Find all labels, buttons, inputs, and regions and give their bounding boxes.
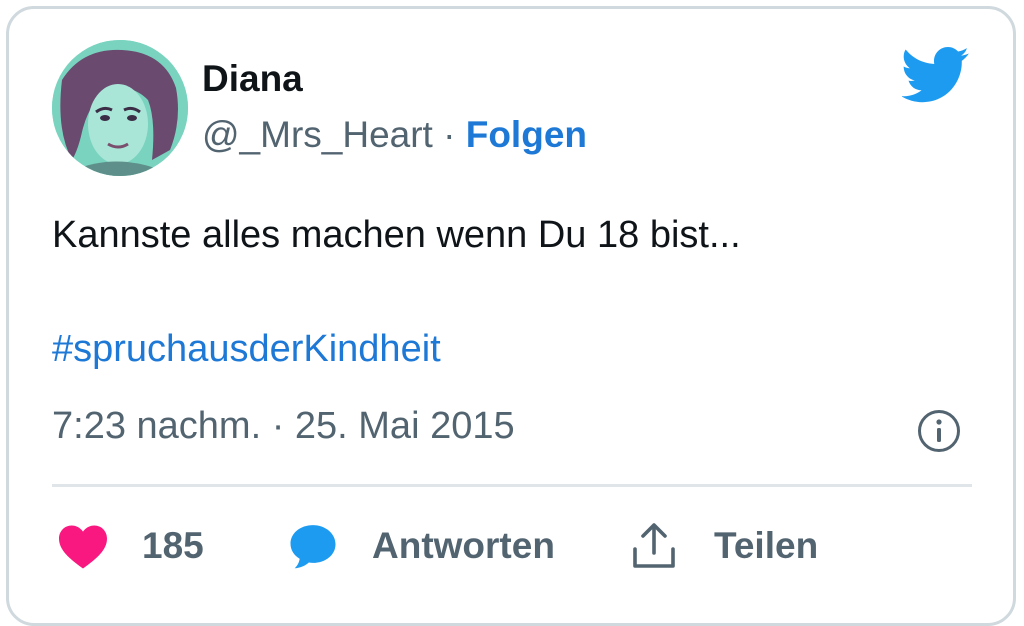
author-handle-line: @_Mrs_Heart · Folgen — [202, 114, 587, 156]
author-handle[interactable]: @_Mrs_Heart — [202, 114, 433, 155]
like-count: 185 — [142, 525, 204, 566]
tweet-text: Kannste alles machen wenn Du 18 bist... — [52, 214, 741, 256]
avatar[interactable] — [52, 40, 188, 176]
info-icon[interactable] — [916, 408, 962, 454]
like-button[interactable]: 185 — [56, 518, 204, 574]
reply-button[interactable]: Antworten — [288, 518, 555, 574]
tweet-timestamp[interactable]: 7:23 nachm. · 25. Mai 2015 — [52, 405, 515, 448]
heart-icon — [59, 525, 107, 569]
handle-separator: · — [432, 114, 466, 155]
share-button[interactable]: Teilen — [630, 518, 818, 574]
follow-button[interactable]: Folgen — [466, 114, 587, 155]
twitter-bird-icon[interactable] — [900, 46, 970, 104]
hashtag-link[interactable]: #spruchausderKindheit — [52, 328, 441, 371]
author-display-name[interactable]: Diana — [202, 58, 303, 100]
share-icon — [633, 523, 675, 568]
share-label: Teilen — [714, 525, 819, 566]
speech-bubble-icon — [290, 525, 336, 569]
divider — [52, 484, 972, 487]
reply-label: Antworten — [372, 525, 555, 566]
